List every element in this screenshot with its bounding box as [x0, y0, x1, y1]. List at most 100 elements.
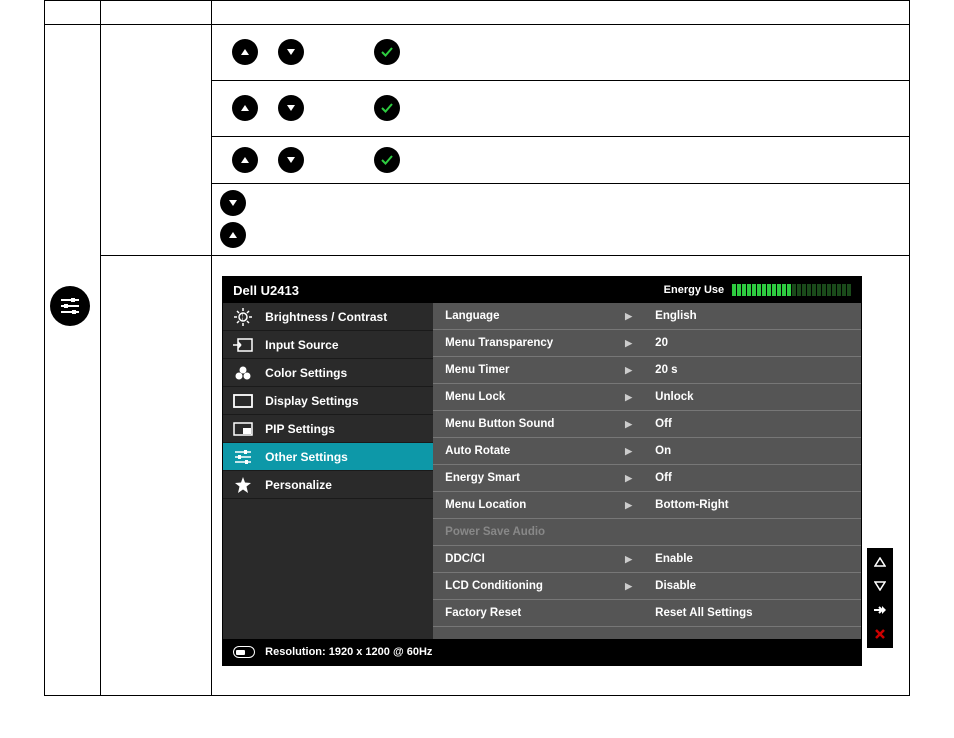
osd-side-controls: [867, 548, 893, 648]
setting-value: English: [655, 310, 849, 322]
submenu-arrow-icon: ▶: [625, 392, 655, 403]
osd-header: Dell U2413 Energy Use: [223, 277, 861, 303]
setting-value: Reset All Settings: [655, 607, 849, 619]
menu-item-label: Personalize: [265, 478, 332, 492]
energy-bar: [752, 284, 756, 296]
energy-bar: [742, 284, 746, 296]
submenu-arrow-icon: ▶: [625, 581, 655, 592]
energy-bar: [757, 284, 761, 296]
energy-bar: [747, 284, 751, 296]
confirm-button[interactable]: [374, 147, 400, 173]
color-icon: [233, 365, 253, 381]
pip-icon: [233, 421, 253, 437]
down-button[interactable]: [220, 190, 246, 216]
setting-row[interactable]: Factory ResetReset All Settings: [433, 600, 861, 627]
other-icon: [233, 449, 253, 465]
doc-table: Dell U2413 Energy Use Brightness / Contr…: [44, 0, 910, 696]
energy-bar: [777, 284, 781, 296]
side-down-button[interactable]: [870, 578, 890, 594]
menu-item-label: Display Settings: [265, 394, 358, 408]
menu-item-label: PIP Settings: [265, 422, 335, 436]
energy-bar: [782, 284, 786, 296]
up-button[interactable]: [220, 222, 246, 248]
side-enter-button[interactable]: [870, 602, 890, 618]
menu-item-brightness[interactable]: Brightness / Contrast: [223, 303, 433, 331]
menu-item-input[interactable]: Input Source: [223, 331, 433, 359]
energy-bar: [737, 284, 741, 296]
setting-name: Power Save Audio: [445, 526, 625, 538]
submenu-arrow-icon: ▶: [625, 446, 655, 457]
setting-name: Auto Rotate: [445, 445, 625, 457]
star-icon: [233, 477, 253, 493]
setting-value: Off: [655, 472, 849, 484]
osd-settings-list: Language▶EnglishMenu Transparency▶20Menu…: [433, 303, 861, 639]
setting-row[interactable]: Menu Transparency▶20: [433, 330, 861, 357]
energy-bar: [767, 284, 771, 296]
energy-use-label: Energy Use: [664, 284, 725, 296]
energy-use-meter: [732, 284, 851, 296]
setting-name: Energy Smart: [445, 472, 625, 484]
menu-item-pip[interactable]: PIP Settings: [223, 415, 433, 443]
up-button[interactable]: [232, 147, 258, 173]
energy-use: Energy Use: [664, 284, 852, 296]
setting-value: Off: [655, 418, 849, 430]
energy-bar: [807, 284, 811, 296]
down-button[interactable]: [278, 95, 304, 121]
setting-name: Language: [445, 310, 625, 322]
energy-bar: [832, 284, 836, 296]
submenu-arrow-icon: ▶: [625, 554, 655, 565]
setting-name: DDC/CI: [445, 553, 625, 565]
submenu-arrow-icon: ▶: [625, 338, 655, 349]
setting-row[interactable]: Menu Timer▶20 s: [433, 357, 861, 384]
setting-value: Disable: [655, 580, 849, 592]
setting-row[interactable]: Language▶English: [433, 303, 861, 330]
side-up-button[interactable]: [870, 554, 890, 570]
setting-value: Enable: [655, 553, 849, 565]
menu-item-display[interactable]: Display Settings: [223, 387, 433, 415]
submenu-arrow-icon: ▶: [625, 419, 655, 430]
confirm-button[interactable]: [374, 95, 400, 121]
energy-bar: [732, 284, 736, 296]
resolution-text: Resolution: 1920 x 1200 @ 60Hz: [265, 646, 432, 658]
submenu-arrow-icon: ▶: [625, 365, 655, 376]
setting-row[interactable]: Auto Rotate▶On: [433, 438, 861, 465]
display-icon: [233, 393, 253, 409]
up-button[interactable]: [232, 95, 258, 121]
down-button[interactable]: [278, 39, 304, 65]
other-settings-icon: [50, 286, 90, 326]
menu-item-star[interactable]: Personalize: [223, 471, 433, 499]
side-close-button[interactable]: [870, 626, 890, 642]
down-button[interactable]: [278, 147, 304, 173]
osd-title: Dell U2413: [233, 283, 299, 298]
input-icon: [233, 337, 253, 353]
setting-row[interactable]: LCD Conditioning▶Disable: [433, 573, 861, 600]
energy-bar: [802, 284, 806, 296]
setting-name: Menu Button Sound: [445, 418, 625, 430]
osd-footer: Resolution: 1920 x 1200 @ 60Hz: [223, 639, 861, 665]
setting-value: On: [655, 445, 849, 457]
menu-item-color[interactable]: Color Settings: [223, 359, 433, 387]
setting-row[interactable]: Menu Location▶Bottom-Right: [433, 492, 861, 519]
energy-bar: [787, 284, 791, 296]
setting-row[interactable]: Menu Lock▶Unlock: [433, 384, 861, 411]
setting-name: Menu Lock: [445, 391, 625, 403]
setting-row[interactable]: Menu Button Sound▶Off: [433, 411, 861, 438]
up-button[interactable]: [232, 39, 258, 65]
setting-name: Menu Transparency: [445, 337, 625, 349]
confirm-button[interactable]: [374, 39, 400, 65]
energy-bar: [847, 284, 851, 296]
setting-value: 20: [655, 337, 849, 349]
submenu-arrow-icon: ▶: [625, 500, 655, 511]
energy-bar: [812, 284, 816, 296]
setting-name: Menu Location: [445, 499, 625, 511]
brightness-icon: [233, 309, 253, 325]
menu-item-label: Other Settings: [265, 450, 348, 464]
menu-item-label: Brightness / Contrast: [265, 310, 387, 324]
setting-row[interactable]: Energy Smart▶Off: [433, 465, 861, 492]
menu-item-other[interactable]: Other Settings: [223, 443, 433, 471]
osd-panel: Dell U2413 Energy Use Brightness / Contr…: [222, 276, 862, 666]
setting-row: Power Save Audio: [433, 519, 861, 546]
submenu-arrow-icon: ▶: [625, 473, 655, 484]
setting-row[interactable]: DDC/CI▶Enable: [433, 546, 861, 573]
energy-bar: [762, 284, 766, 296]
